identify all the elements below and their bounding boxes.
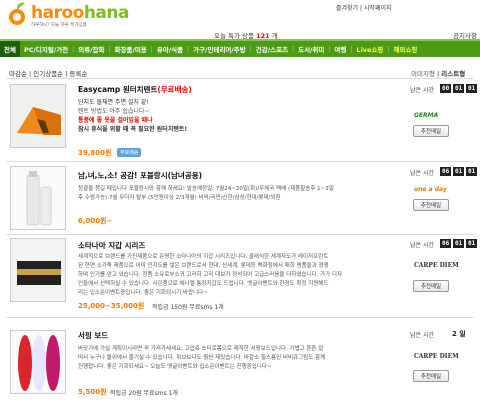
- item-title[interactable]: Easycamp 원터치텐트(무료배송): [78, 84, 192, 95]
- top-links[interactable]: 즐겨찾기 | 시작페이지: [336, 3, 392, 12]
- desc-line: 텐트 방법도 아주 쉽습니다~: [78, 108, 150, 115]
- time-left-label: 남은 시간: [410, 242, 434, 249]
- item-title-text: Easycamp 원터치텐트: [78, 85, 158, 94]
- product-image-tent[interactable]: [10, 84, 66, 148]
- item-title-free-shipping: (무료배송): [157, 85, 192, 94]
- category-nav: 전체 PC/디지털/가전 | 의류/잡화 | 화장품/미용 | 유아/식품 | 가구/인…: [0, 39, 480, 57]
- recommend-mail-button[interactable]: 추천메일: [413, 280, 449, 292]
- desc-line: 바닷가에 가실 계획이시라면 꼭 가져가세세요, 고압축 스티로폼으로 제작한 …: [78, 346, 324, 352]
- item-title[interactable]: 남,녀,노,소! 공감! 포블랑시(남녀공용): [78, 170, 202, 181]
- view-list-link[interactable]: 리스트형: [441, 70, 465, 78]
- desc-line: 진행합니다. 좋은 기회되세요~ 오늘도 엣글이벤트와 입소문이벤트는 진행중입…: [78, 364, 272, 370]
- desc-line: 떠서 누구나 물위에서 즐기실 수 있습니다. 튀브보다도 훨씬 재밌습니다. …: [78, 355, 326, 361]
- nav-home[interactable]: 전체: [0, 41, 20, 57]
- logo-text-part1: haroo: [31, 3, 84, 23]
- divider: [6, 161, 474, 162]
- timer-minutes: 01: [453, 167, 465, 176]
- view-image-link[interactable]: 이미지형: [411, 70, 435, 78]
- divider: [6, 78, 474, 79]
- nav-item-beauty[interactable]: 화장품/미용: [111, 44, 151, 54]
- nav-item-digital[interactable]: PC/디지털/가전: [20, 44, 72, 54]
- timer-hours: 06: [440, 239, 452, 248]
- nav-item-books[interactable]: 도서/취미: [294, 44, 328, 54]
- desc-line: 하며 인기를 얻고 있습니다. 정품 소유로부소귀 고리하 고리 대보가 정석되…: [78, 272, 343, 278]
- desc-line: 청결을 챙길 때입니다 포블랑시와 함께 하세요! 발송예정일: 7월24~20…: [78, 186, 334, 192]
- time-left-label: 남은 시간: [410, 87, 434, 94]
- logo-tagline: 하루하나! 오늘 하루 특가상품: [31, 23, 87, 28]
- item-title[interactable]: 서핑 보드: [78, 330, 108, 341]
- item-desc: 청결을 챙길 때입니다 포블랑시와 함께 하세요! 발송예정일: 7월24~20…: [78, 185, 376, 203]
- recommend-mail-button[interactable]: 추천메일: [413, 125, 449, 137]
- item-price: 6,000원~: [78, 217, 113, 225]
- nav-item-sports[interactable]: 건강/스포츠: [252, 44, 292, 54]
- item-title[interactable]: 소타나아 지갑 시리즈: [78, 240, 145, 251]
- desc-line: 잠시 휴식을 위할 때 꼭 필요한 원터치텐트!: [78, 126, 188, 133]
- timer-seconds: 01: [466, 239, 478, 248]
- timer-hours: 06: [440, 167, 452, 176]
- time-left-days: 2 일: [452, 330, 466, 338]
- view-options: 이미지형 | 리스트형: [411, 70, 466, 78]
- sort-filters[interactable]: 마감순 | 인기상품순 | 등록순: [9, 68, 87, 78]
- brand-logo: GERMA: [414, 112, 439, 119]
- time-left-label: 남은 시간: [410, 332, 434, 339]
- desc-line: 세계적으로 브랜드를 가진제품으로 유명한 소타나아의 지갑 시리즈입니다. 클…: [78, 254, 329, 260]
- item-price: 5,500원: [78, 388, 107, 396]
- nav-item-baby-food[interactable]: 유아/식품: [153, 44, 187, 54]
- desc-line: 단지도 돌체면 주면 설치 끝!: [78, 99, 149, 106]
- desc-line: 통풍에 좋 옷을 걸어입을 때나: [78, 117, 153, 124]
- timer-minutes: 01: [453, 239, 465, 248]
- timer-hours: 00: [440, 84, 452, 93]
- free-shipping-badge: 무료배송: [117, 148, 142, 157]
- logo-mark[interactable]: [6, 2, 28, 28]
- divider: [6, 234, 474, 235]
- logo[interactable]: haroohana: [31, 3, 129, 23]
- timer-seconds: 01: [466, 84, 478, 93]
- item-price: 25,000~35,000원: [78, 302, 145, 310]
- product-image-foblancie[interactable]: [10, 166, 66, 230]
- desc-line: 인들에서 선택하실 수 있습니다. 사은품으로 에나멜 통장지갑도 드립니다. …: [78, 281, 329, 287]
- item-desc: 단지도 돌체면 주면 설치 끝! 텐트 방법도 아주 쉽습니다~ 통풍에 좋 옷…: [78, 98, 376, 134]
- recommend-mail-button[interactable]: 추천메일: [413, 199, 449, 211]
- divider: [6, 317, 474, 318]
- item-price: 39,800원: [78, 149, 112, 157]
- logo-text-part2: hana: [83, 3, 130, 23]
- nav-item-live[interactable]: Live쇼핑: [352, 44, 387, 54]
- product-image-surfboard[interactable]: [10, 330, 66, 394]
- nav-item-travel[interactable]: 여행: [330, 44, 350, 54]
- item-points: 적립금 20원 무료sms 1개: [110, 390, 178, 397]
- brand-logo: CARPE DIEM: [414, 353, 459, 360]
- brand-logo: one a day: [414, 186, 447, 193]
- item-points: 적립금 150원 무료sms 1개: [152, 304, 224, 311]
- nav-item-overseas[interactable]: 해외쇼핑: [389, 44, 421, 54]
- brand-logo: CARPE DIEM: [414, 262, 459, 269]
- product-image-wallet[interactable]: [10, 238, 66, 302]
- timer-minutes: 01: [453, 84, 465, 93]
- item-desc: 세계적으로 브랜드를 가진제품으로 유명한 소타나아의 지갑 시리즈입니다. 클…: [78, 253, 376, 298]
- desc-line: 후 수령가능) 7월 무더자 탈부 (5만원이상 2/3개월) 비씩/국민/신한…: [78, 195, 281, 201]
- nav-item-clothing[interactable]: 의류/잡화: [74, 44, 108, 54]
- item-desc: 바닷가에 가실 계획이시라면 꼭 가져가세세요, 고압축 스티로폼으로 제작한 …: [78, 345, 376, 372]
- timer-seconds: 01: [466, 167, 478, 176]
- desc-line: 된 현연 소가죽 제품으로 이미 인지도를 쌓은 브랜드로서 현대, 신세계, …: [78, 263, 329, 269]
- desc-line: 리는 입소문이벤트중입니다. 좋은 기회되시기 바랍니다~: [78, 290, 208, 296]
- recommend-mail-button[interactable]: 추천메일: [413, 370, 449, 382]
- nav-item-furniture[interactable]: 가구/인테리어/주방: [189, 44, 250, 54]
- time-left-label: 남은 시간: [410, 170, 434, 177]
